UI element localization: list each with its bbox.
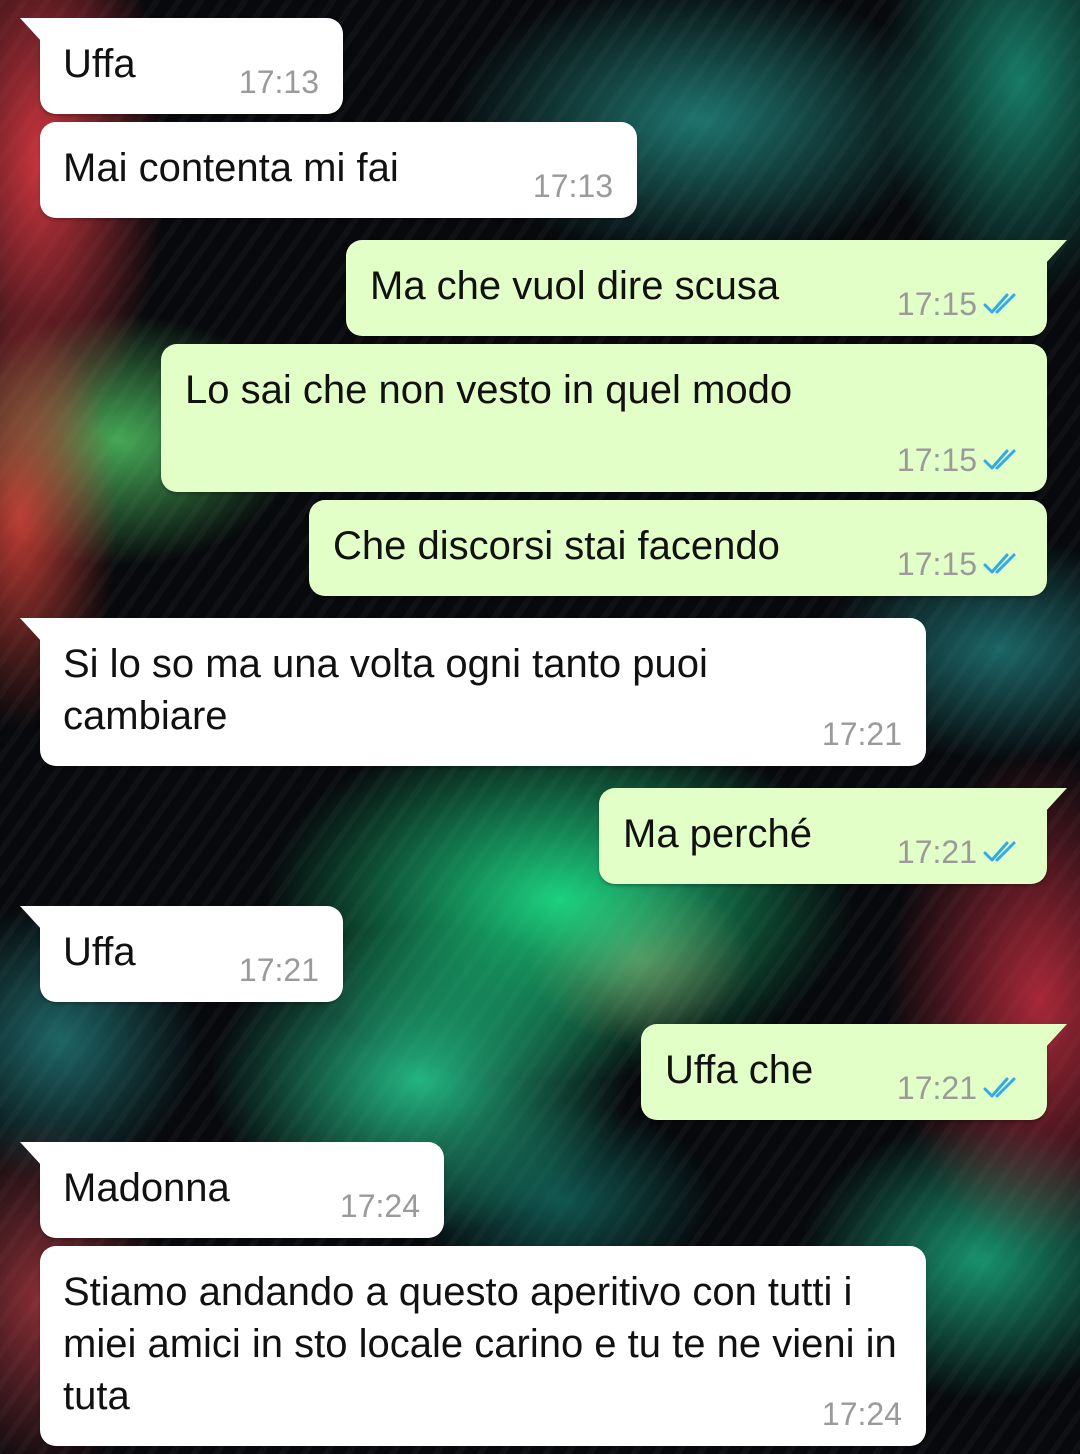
double-check-read-icon	[983, 293, 1016, 314]
double-check-read-icon	[983, 553, 1016, 574]
double-check-read-icon	[983, 449, 1016, 470]
message-meta: 17:24	[340, 1186, 420, 1226]
message-meta: 17:15	[897, 544, 1023, 584]
message-text: Mai contenta mi fai	[63, 146, 399, 190]
message-meta: 17:13	[533, 166, 613, 206]
message-time: 17:21	[238, 952, 319, 988]
message-time: 17:15	[896, 442, 977, 478]
double-check-read-icon	[983, 1077, 1016, 1098]
message-text: Lo sai che non vesto in quel modo	[185, 368, 793, 412]
message-meta: 17:15	[897, 440, 1023, 480]
message-bubble-incoming[interactable]: Uffa 17:13	[20, 18, 343, 114]
message-time: 17:21	[896, 834, 977, 870]
message-time: 17:24	[821, 1396, 902, 1432]
message-bubble-outgoing[interactable]: Lo sai che non vesto in quel modo 17:15	[161, 344, 1047, 492]
message-time: 17:15	[896, 546, 977, 582]
message-meta: 17:24	[822, 1394, 902, 1434]
double-check-read-icon	[983, 841, 1016, 862]
message-time: 17:24	[339, 1188, 420, 1224]
message-time: 17:13	[238, 64, 319, 100]
message-text: Si lo so ma una volta ogni tanto puoi ca…	[63, 642, 708, 738]
message-time: 17:13	[532, 168, 613, 204]
message-bubble-outgoing[interactable]: Che discorsi stai facendo 17:15	[309, 500, 1047, 596]
message-bubble-incoming[interactable]: Si lo so ma una volta ogni tanto puoi ca…	[20, 618, 926, 766]
message-meta: 17:21	[897, 1068, 1023, 1108]
message-time: 17:21	[821, 716, 902, 752]
message-time: 17:15	[896, 286, 977, 322]
message-meta: 17:21	[239, 950, 319, 990]
message-meta: 17:21	[897, 832, 1023, 872]
message-bubble-incoming[interactable]: Mai contenta mi fai 17:13	[40, 122, 637, 218]
message-meta: 17:13	[239, 62, 319, 102]
message-bubble-incoming[interactable]: Madonna 17:24	[20, 1142, 444, 1238]
message-time: 17:21	[896, 1070, 977, 1106]
message-bubble-incoming[interactable]: Stiamo andando a questo aperitivo con tu…	[40, 1246, 926, 1446]
message-bubble-outgoing[interactable]: Uffa che 17:21	[641, 1024, 1067, 1120]
message-bubble-incoming[interactable]: Uffa 17:21	[20, 906, 343, 1002]
message-text: Stiamo andando a questo aperitivo con tu…	[63, 1270, 897, 1418]
message-bubble-outgoing[interactable]: Ma che vuol dire scusa 17:15	[346, 240, 1067, 336]
message-meta: 17:21	[822, 714, 902, 754]
message-bubble-outgoing[interactable]: Ma perché 17:21	[599, 788, 1067, 884]
chat-message-list[interactable]: Uffa 17:13 Mai contenta mi fai 17:13 Ma …	[0, 0, 1080, 1454]
message-meta: 17:15	[897, 284, 1023, 324]
